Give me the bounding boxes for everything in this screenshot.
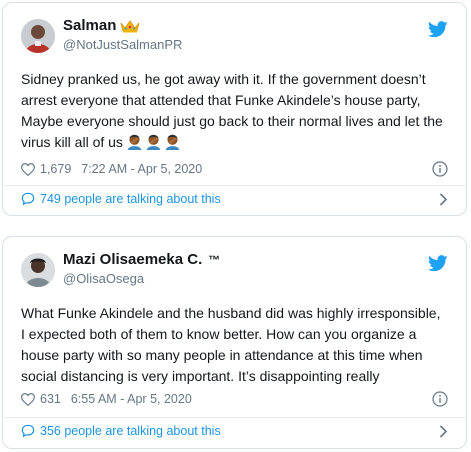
twitter-bird-icon[interactable]: [428, 21, 448, 38]
tweet-card: Salman @NotJustSalmanPR Sidney pranked u…: [2, 2, 467, 216]
heart-icon[interactable]: [21, 162, 35, 176]
speech-bubble-icon: [21, 192, 35, 206]
display-name[interactable]: Mazi Olisaemeka C.: [63, 251, 202, 268]
tweet-card: Mazi Olisaemeka C. ™ @OlisaOsega What Fu…: [2, 236, 467, 449]
info-icon[interactable]: [432, 161, 448, 177]
divider: [3, 185, 466, 186]
crown-icon: [120, 19, 140, 32]
tweet-text-content: What Funke Akindele and the husband did …: [21, 305, 441, 384]
tweet-text: Sidney pranked us, he got away with it. …: [21, 69, 448, 153]
timestamp[interactable]: 7:22 AM - Apr 5, 2020: [81, 162, 202, 176]
like-count[interactable]: 1,679: [40, 162, 71, 176]
conversation-link[interactable]: 749 people are talking about this: [21, 192, 448, 206]
display-name[interactable]: Salman: [63, 17, 116, 34]
chevron-right-icon[interactable]: [439, 424, 448, 438]
facepalm-emoji-icon: [127, 134, 142, 150]
talking-count-text[interactable]: 749 people are talking about this: [40, 192, 221, 206]
trademark-symbol: ™: [208, 252, 221, 267]
facepalm-emoji-icon: [146, 134, 161, 150]
chevron-right-icon[interactable]: [439, 192, 448, 206]
timestamp[interactable]: 6:55 AM - Apr 5, 2020: [71, 392, 192, 406]
divider: [3, 417, 466, 418]
heart-icon[interactable]: [21, 392, 35, 406]
tweet-meta: 1,679 7:22 AM - Apr 5, 2020: [21, 161, 448, 177]
speech-bubble-icon: [21, 424, 35, 438]
conversation-link[interactable]: 356 people are talking about this: [21, 424, 448, 438]
user-handle[interactable]: @NotJustSalmanPR: [63, 37, 182, 52]
talking-count-text[interactable]: 356 people are talking about this: [40, 424, 221, 438]
tweet-meta: 631 6:55 AM - Apr 5, 2020: [21, 391, 448, 407]
avatar[interactable]: [21, 19, 55, 53]
avatar[interactable]: [21, 253, 55, 287]
like-count[interactable]: 631: [40, 392, 61, 406]
facepalm-emoji-group: [126, 133, 181, 150]
info-icon[interactable]: [432, 391, 448, 407]
tweet-text: What Funke Akindele and the husband did …: [21, 303, 448, 387]
facepalm-emoji-icon: [165, 134, 180, 150]
tweet-text-content: Sidney pranked us, he got away with it. …: [21, 71, 443, 150]
twitter-bird-icon[interactable]: [428, 255, 448, 272]
user-handle[interactable]: @OlisaOsega: [63, 271, 144, 286]
